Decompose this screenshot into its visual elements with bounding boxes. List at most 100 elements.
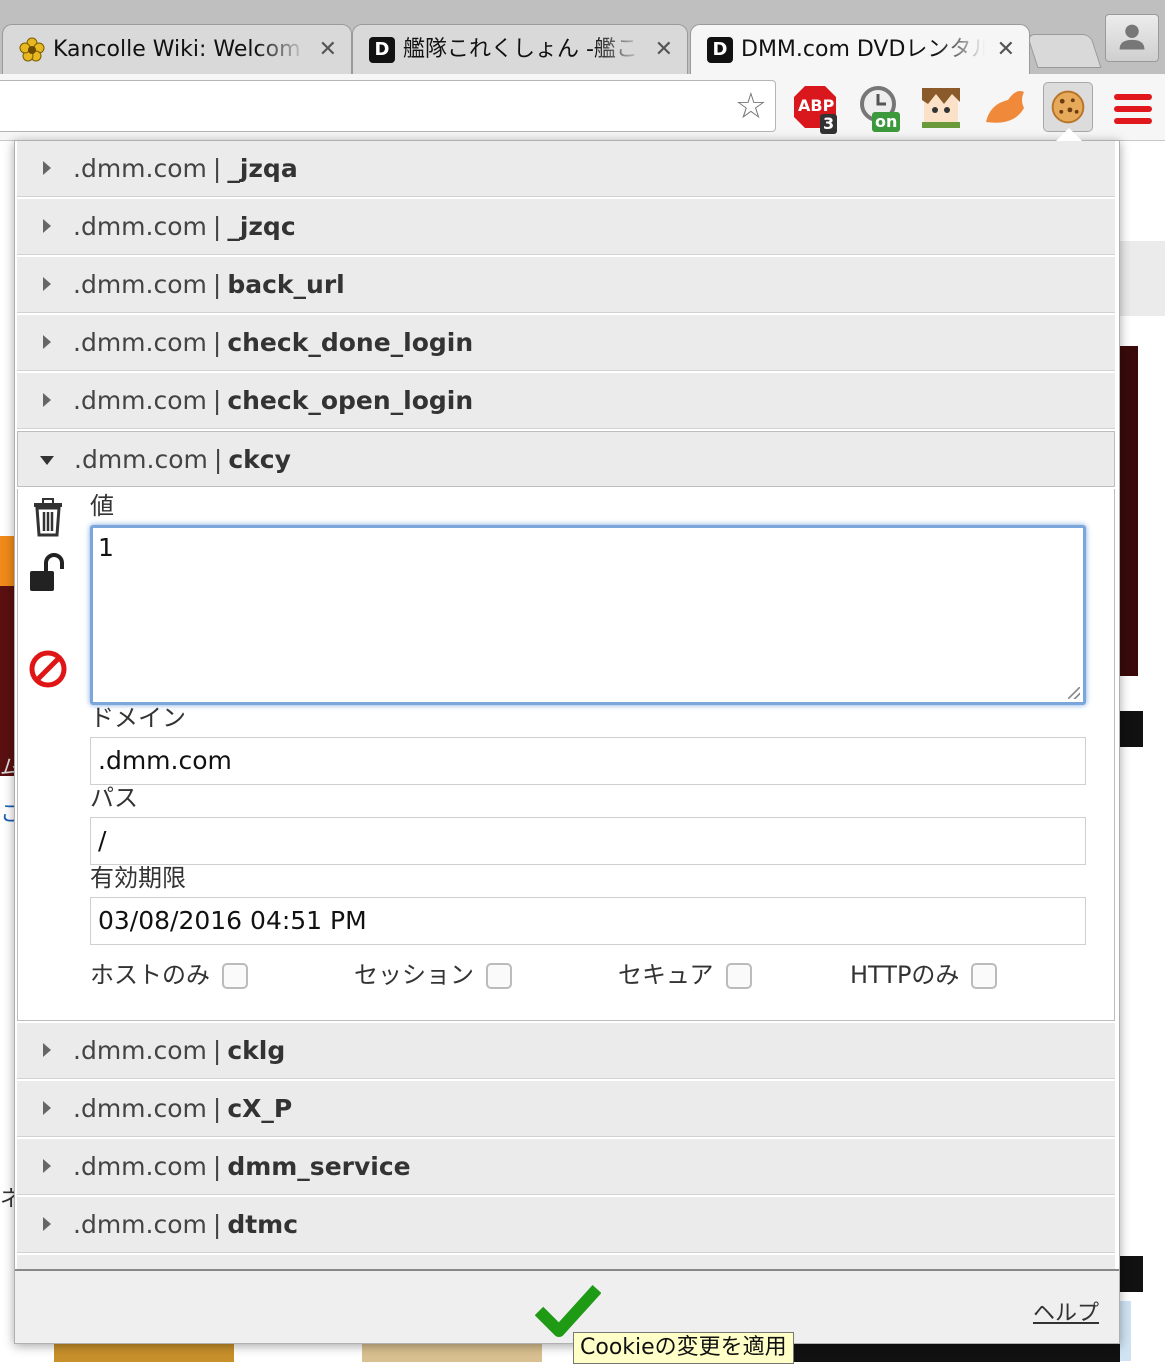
cookie-row[interactable]: .dmm.com | _jzqa (17, 141, 1115, 197)
http-only-option: HTTPのみ (850, 959, 998, 991)
separator: | (212, 1210, 222, 1239)
apply-checkmark-icon[interactable] (535, 1281, 601, 1337)
adblock-plus-button[interactable]: ABP 3 (790, 82, 840, 134)
bg-thumbnail (54, 1341, 234, 1362)
cookie-domain: .dmm.com (73, 328, 207, 357)
block-cookie-icon[interactable] (28, 649, 68, 689)
separator: | (213, 445, 223, 474)
orange-extension-button[interactable] (980, 82, 1030, 132)
bg-panel (1118, 241, 1165, 316)
timer-badge: on (872, 112, 901, 132)
anime-face-icon (922, 88, 960, 128)
resize-handle-icon[interactable] (1068, 687, 1080, 699)
cookie-detail-panel: 値 1 ドメイン .dmm.com パス / 有効期限 03/08/2016 0… (17, 489, 1115, 1021)
caret-right-icon (43, 335, 51, 349)
new-tab-button[interactable] (1026, 34, 1102, 68)
popup-arrow (1056, 128, 1082, 141)
separator: | (212, 1036, 222, 1065)
adblock-label: ABP (798, 96, 835, 115)
bookmark-star-icon[interactable]: ☆ (735, 89, 767, 125)
cookie-name: back_url (227, 270, 345, 299)
cookie-domain: .dmm.com (73, 154, 207, 183)
domain-field[interactable]: .dmm.com (90, 737, 1086, 785)
cookie-name: cX_P (227, 1094, 293, 1123)
tab-close-icon[interactable]: ✕ (319, 35, 337, 65)
bg-image (0, 586, 14, 776)
caret-right-icon (43, 161, 51, 175)
separator: | (212, 1152, 222, 1181)
timer-extension-button[interactable]: on (856, 82, 906, 132)
secure-checkbox[interactable] (725, 963, 752, 989)
cookie-name: check_open_login (227, 386, 474, 415)
caret-right-icon (43, 1043, 51, 1057)
tab-kancolle-wiki[interactable]: Kancolle Wiki: Welcom ✕ (2, 24, 352, 74)
unlock-icon[interactable] (28, 553, 68, 593)
adblock-badge: 3 (820, 114, 838, 134)
tab-strip: Kancolle Wiki: Welcom ✕ D 艦隊これくしょん -艦こ ✕… (0, 0, 1165, 74)
chrome-menu-icon[interactable] (1114, 94, 1152, 124)
cookie-row[interactable]: .dmm.com | check_done_login (17, 315, 1115, 371)
help-link[interactable]: ヘルプ (1033, 1295, 1099, 1327)
cookie-row[interactable]: .dmm.com | cX_P (17, 1081, 1115, 1137)
cookie-domain: .dmm.com (73, 212, 207, 241)
session-checkbox[interactable] (486, 963, 512, 989)
cookie-name: _jzqc (227, 212, 296, 241)
character-extension-button[interactable] (916, 82, 966, 132)
separator: | (212, 1094, 222, 1123)
http-only-label: HTTPのみ (850, 961, 960, 989)
cookie-editor-button[interactable] (1043, 82, 1093, 132)
cookie-list: .dmm.com | _jzqa .dmm.com | _jzqc .dmm.com | b… (17, 141, 1115, 1277)
cookie-row[interactable]: .dmm.com | cklg (17, 1023, 1115, 1079)
cookie-name: _jzqa (227, 154, 298, 183)
cookie-name: check_done_login (227, 328, 474, 357)
cookie-name: ckcy (228, 445, 291, 474)
cookie-domain: .dmm.com (73, 1210, 207, 1239)
domain-label: ドメイン (90, 704, 186, 732)
cookie-name: dmm_service (227, 1152, 411, 1181)
path-field[interactable]: / (90, 817, 1086, 865)
value-label: 値 (90, 492, 114, 520)
tab-close-icon[interactable]: ✕ (997, 35, 1015, 65)
separator: | (212, 212, 222, 241)
flower-favicon-icon (19, 37, 45, 62)
caret-right-icon (43, 277, 51, 291)
address-bar[interactable]: ☆ (0, 80, 776, 132)
cookie-domain: .dmm.com (73, 1152, 207, 1181)
bg-bar (1118, 1256, 1143, 1292)
http-only-checkbox[interactable] (971, 963, 998, 989)
tab-close-icon[interactable]: ✕ (655, 35, 673, 65)
host-only-checkbox[interactable] (222, 963, 248, 989)
value-textarea[interactable]: 1 (90, 525, 1086, 705)
caret-right-icon (43, 1101, 51, 1115)
cookie-editor-popup: .dmm.com | _jzqa .dmm.com | _jzqc .dmm.com | b… (14, 140, 1120, 1344)
cookie-icon (1051, 90, 1085, 124)
separator: | (212, 328, 222, 357)
expiry-field[interactable]: 03/08/2016 04:51 PM (90, 897, 1086, 945)
tab-title: 艦隊これくしょん -艦こ (403, 37, 638, 62)
cookie-domain: .dmm.com (73, 386, 207, 415)
bg-banner (790, 1341, 1120, 1362)
tab-kancolle[interactable]: D 艦隊これくしょん -艦こ ✕ (352, 24, 688, 74)
tab-dmm-dvd[interactable]: D DMM.com DVDレンタル ✕ (690, 24, 1030, 74)
secure-label: セキュア (618, 961, 714, 989)
profile-button[interactable] (1105, 14, 1159, 62)
caret-right-icon (43, 219, 51, 233)
cookie-row[interactable]: .dmm.com | back_url (17, 257, 1115, 313)
orange-bird-icon (986, 91, 1024, 123)
caret-right-icon (43, 1159, 51, 1173)
trash-icon[interactable] (28, 497, 68, 537)
dmm-favicon-icon: D (369, 37, 395, 63)
tab-title: DMM.com DVDレンタル (741, 37, 985, 62)
cookie-name: dtmc (227, 1210, 299, 1239)
cookie-row[interactable]: .dmm.com | _jzqc (17, 199, 1115, 255)
cookie-domain: .dmm.com (73, 1036, 207, 1065)
separator: | (212, 386, 222, 415)
secure-option: セキュア (618, 959, 752, 991)
cookie-row[interactable]: .dmm.com | dtmc (17, 1197, 1115, 1253)
value-text: 1 (98, 533, 114, 562)
bg-orange-tab (0, 536, 14, 586)
cookie-row-expanded[interactable]: .dmm.com | ckcy (17, 431, 1115, 487)
browser-toolbar: ☆ ABP 3 on (0, 74, 1165, 141)
cookie-row[interactable]: .dmm.com | dmm_service (17, 1139, 1115, 1195)
cookie-row[interactable]: .dmm.com | check_open_login (17, 373, 1115, 429)
